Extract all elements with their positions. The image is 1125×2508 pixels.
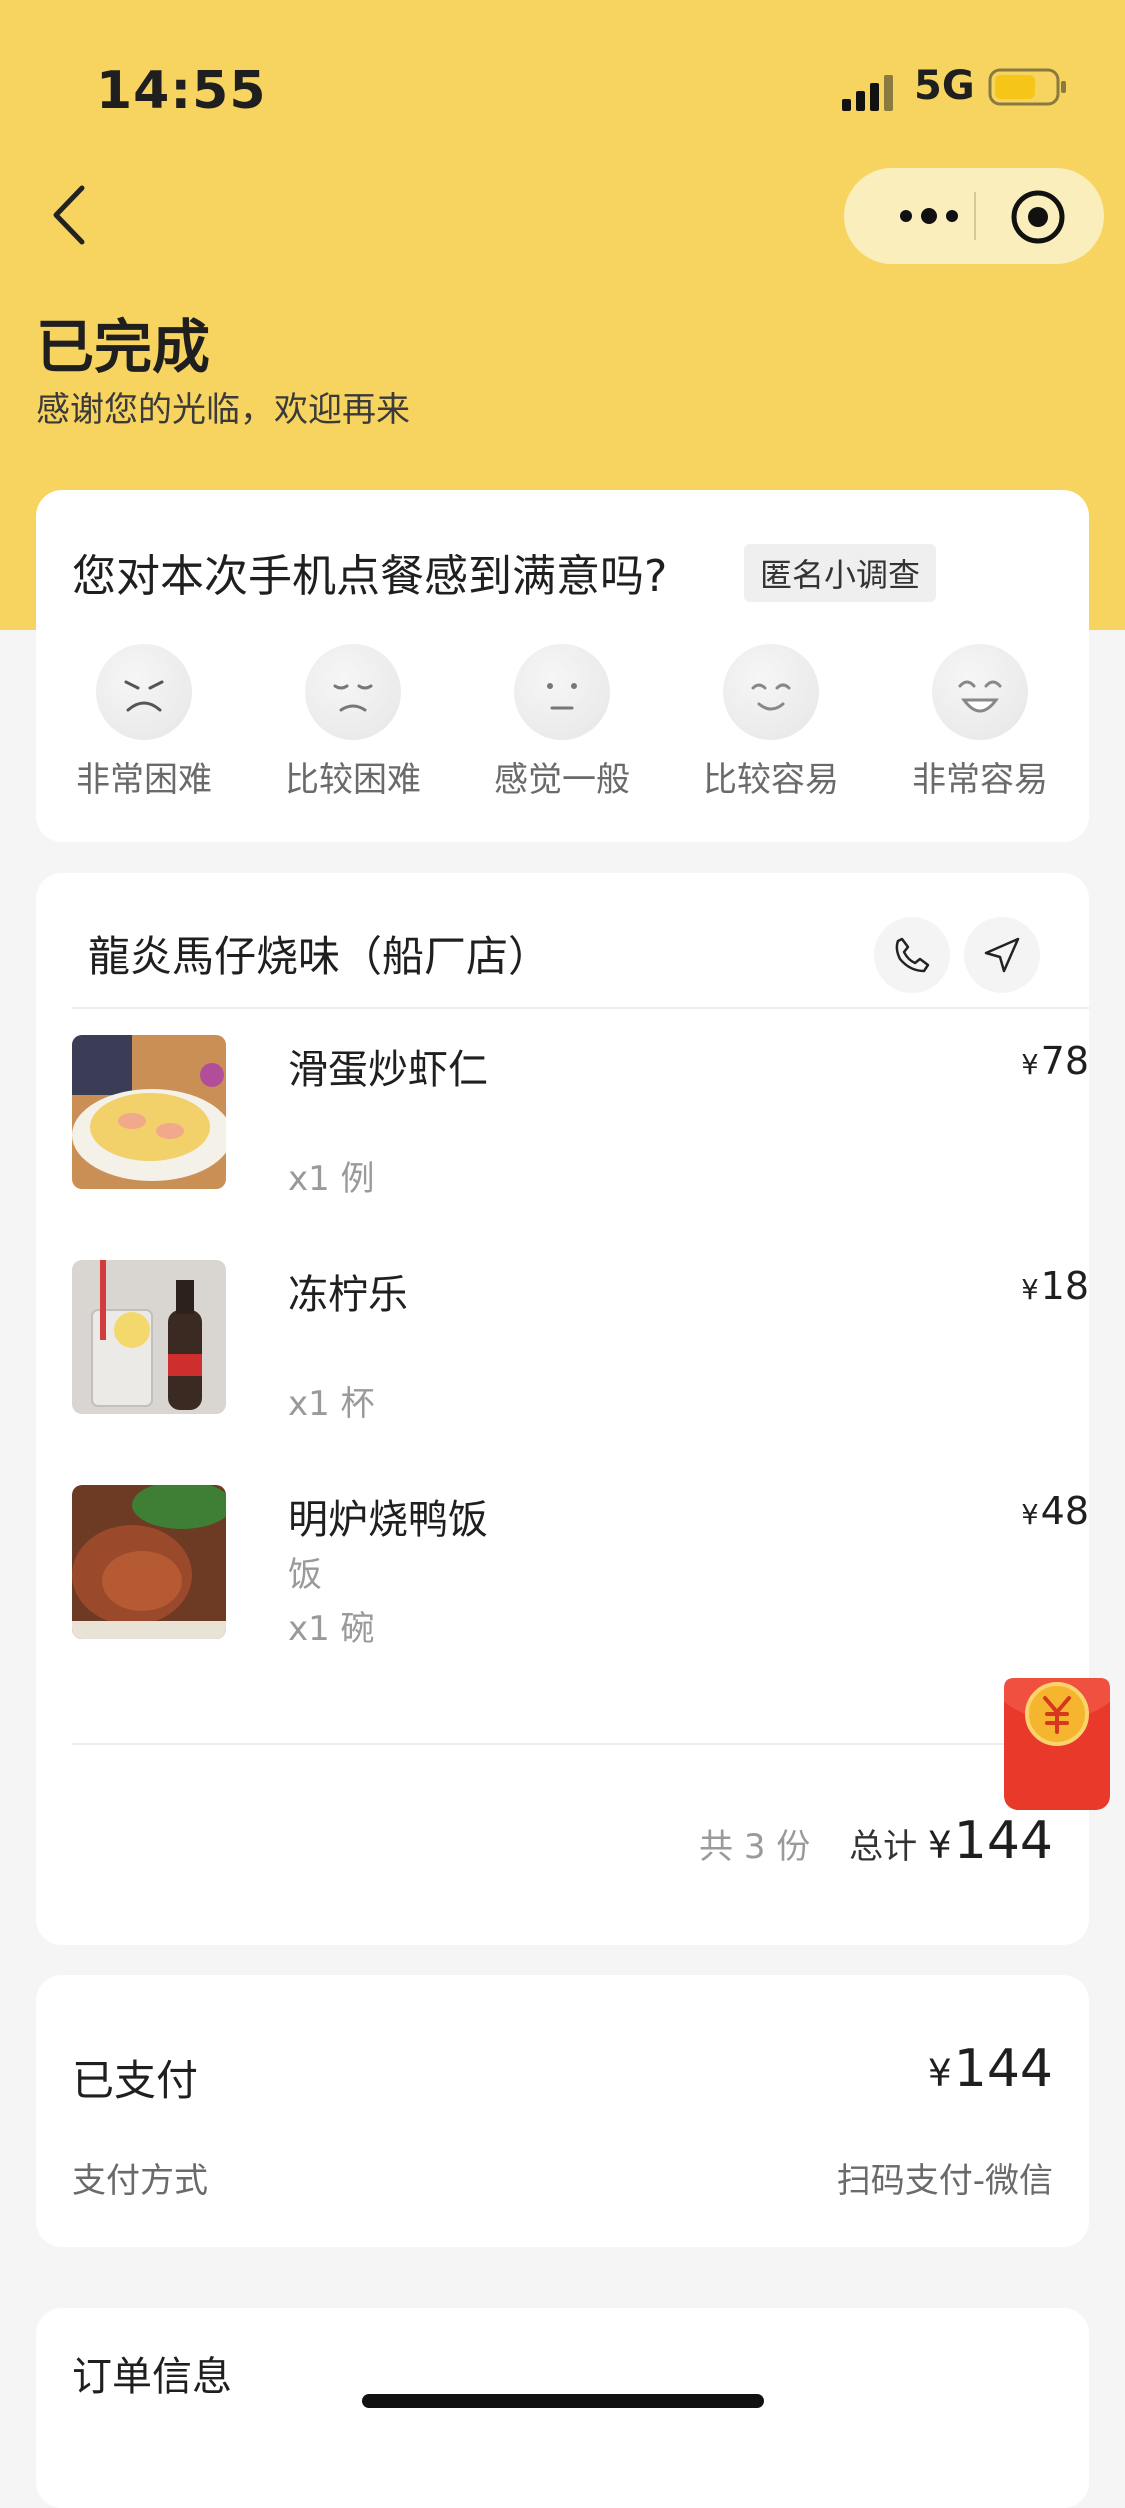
divider (72, 1743, 1089, 1745)
survey-card: 您对本次手机点餐感到满意吗? 匿名小调查 非常困难 比较困难 感觉一般 比较容易… (36, 490, 1089, 842)
payment-method-value: 扫码支付-微信 (836, 2161, 1053, 2201)
page-subtitle: 感谢您的光临，欢迎再来 (36, 390, 410, 430)
order-info-card: 订单信息 (36, 2308, 1089, 2508)
total-label: 总计 (849, 1827, 918, 1867)
item-count: 共 3 份 (699, 1827, 811, 1867)
rating-very-hard[interactable]: 非常困难 (54, 644, 234, 801)
rating-label: 感觉一般 (494, 760, 630, 800)
status-time: 14:55 (96, 61, 267, 121)
food-image (72, 1035, 226, 1189)
hard-face-icon (305, 644, 401, 740)
divider (72, 1007, 1089, 1009)
status-bar: 14:55 5G (0, 55, 1125, 125)
network-label: 5G (914, 63, 975, 109)
very-hard-face-icon (96, 644, 192, 740)
item-quantity: x1 碗 (288, 1609, 375, 1649)
very-easy-face-icon (932, 644, 1028, 740)
order-totals: 共 3 份 总计 ¥144 (699, 1811, 1053, 1871)
rating-label: 比较困难 (285, 760, 421, 800)
item-quantity: x1 杯 (288, 1384, 375, 1424)
back-icon[interactable] (46, 180, 96, 250)
order-info-title: 订单信息 (72, 2354, 232, 2400)
food-image (72, 1260, 226, 1414)
survey-tag: 匿名小调查 (744, 544, 937, 602)
rating-neutral[interactable]: 感觉一般 (472, 644, 652, 801)
rating-label: 比较容易 (703, 760, 839, 800)
item-price: ¥78 (1021, 1039, 1089, 1083)
rating-hard[interactable]: 比较困难 (263, 644, 443, 801)
call-button[interactable] (874, 917, 950, 993)
phone-icon (895, 937, 930, 973)
redpacket-icon[interactable] (1004, 1678, 1110, 1810)
easy-face-icon (723, 644, 819, 740)
payment-status: 已支付 (72, 2056, 199, 2105)
payment-amount: ¥144 (927, 2039, 1053, 2099)
rating-very-easy[interactable]: 非常容易 (890, 644, 1070, 801)
food-image (72, 1485, 226, 1639)
item-price: ¥48 (1021, 1489, 1089, 1533)
store-name[interactable]: 龍炎馬仔烧味（船厂店） (88, 923, 550, 984)
order-card: 龍炎馬仔烧味（船厂店） 滑蛋炒虾仁 x1 例 ¥78 冻柠乐 x1 杯 ¥18 … (36, 873, 1089, 1945)
rating-label: 非常容易 (912, 760, 1048, 800)
survey-question: 您对本次手机点餐感到满意吗? (72, 551, 668, 602)
rating-easy[interactable]: 比较容易 (681, 644, 861, 801)
item-price: ¥18 (1021, 1264, 1089, 1308)
total-amount: ¥144 (927, 1811, 1053, 1871)
navigate-icon (984, 937, 1020, 973)
list-item: 明炉烧鸭饭 饭 x1 碗 ¥48 (72, 1485, 1089, 1649)
signal-icon (842, 75, 893, 111)
payment-method-label: 支付方式 (72, 2161, 208, 2201)
item-quantity: x1 例 (288, 1159, 375, 1199)
page-title: 已完成 (36, 313, 211, 381)
list-item: 冻柠乐 x1 杯 ¥18 (72, 1260, 1089, 1424)
payment-card: 已支付 ¥144 支付方式 扫码支付-微信 (36, 1975, 1089, 2247)
item-spec: 饭 (288, 1555, 322, 1595)
item-name: 冻柠乐 (288, 1272, 408, 1318)
capsule-divider (974, 192, 976, 240)
home-indicator (362, 2394, 764, 2408)
more-icon[interactable] (884, 192, 974, 240)
list-item: 滑蛋炒虾仁 x1 例 ¥78 (72, 1035, 1089, 1199)
target-icon[interactable] (1009, 188, 1067, 246)
rating-label: 非常困难 (76, 760, 212, 800)
item-name: 滑蛋炒虾仁 (288, 1047, 488, 1093)
item-name: 明炉烧鸭饭 (288, 1497, 488, 1543)
navigate-button[interactable] (964, 917, 1040, 993)
miniapp-capsule (844, 168, 1104, 264)
battery-icon (988, 68, 1066, 106)
neutral-face-icon (514, 644, 610, 740)
